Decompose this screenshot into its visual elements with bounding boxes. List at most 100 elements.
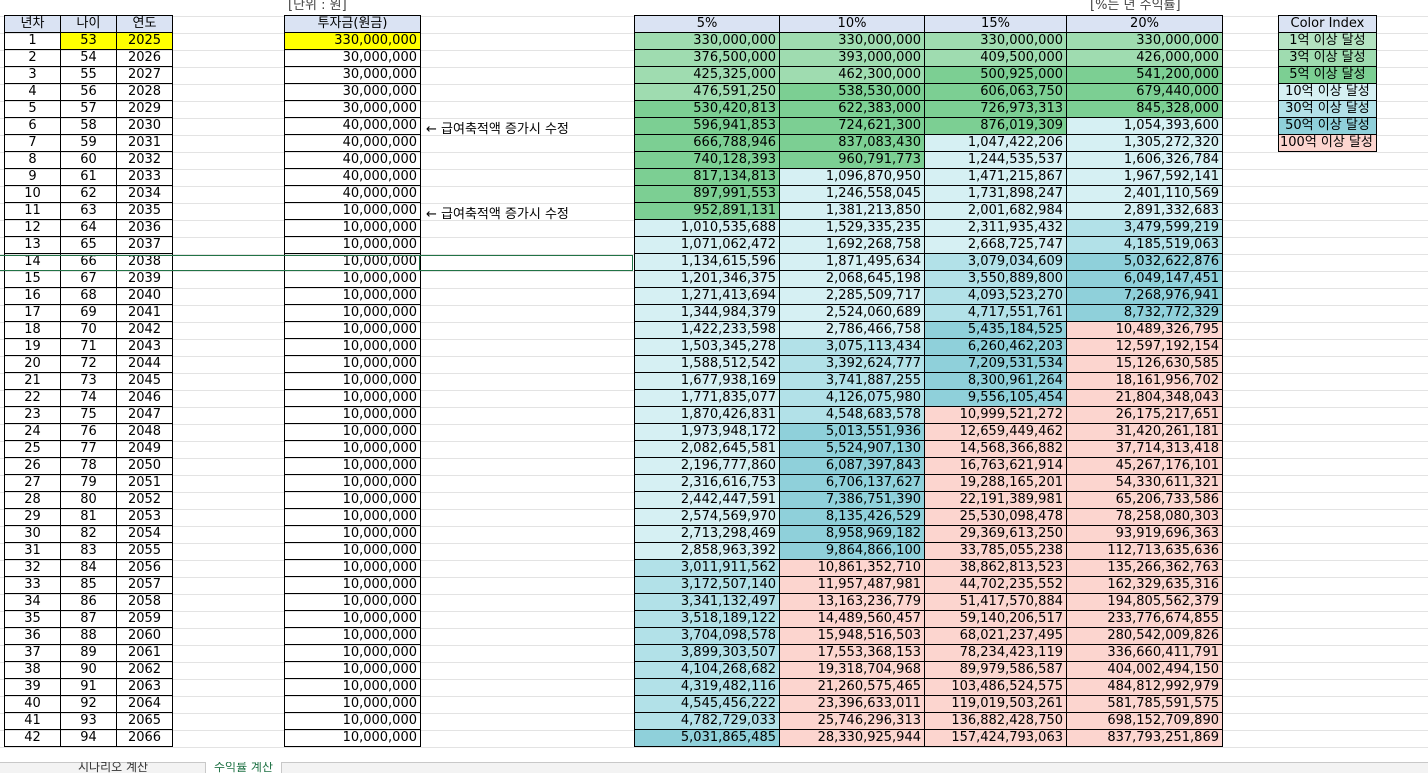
cell-investment[interactable]: 10,000,000 [284, 321, 421, 339]
cell-year[interactable]: 2058 [116, 593, 173, 611]
cell-value-rate-2[interactable]: 2,311,935,432 [924, 219, 1067, 237]
cell-age[interactable]: 63 [60, 202, 117, 220]
cell-year-no[interactable]: 39 [4, 678, 61, 696]
cell-investment[interactable]: 30,000,000 [284, 49, 421, 67]
header-rate-0[interactable]: 5% [634, 15, 780, 33]
cell-investment[interactable]: 10,000,000 [284, 423, 421, 441]
cell-value-rate-0[interactable]: 817,134,813 [634, 168, 780, 186]
cell-value-rate-2[interactable]: 876,019,309 [924, 117, 1067, 135]
color-index-title[interactable]: Color Index [1278, 15, 1377, 33]
cell-value-rate-2[interactable]: 1,244,535,537 [924, 151, 1067, 169]
cell-year-no[interactable]: 21 [4, 372, 61, 390]
cell-year-no[interactable]: 6 [4, 117, 61, 135]
cell-value-rate-2[interactable]: 4,717,551,761 [924, 304, 1067, 322]
cell-investment[interactable]: 40,000,000 [284, 134, 421, 152]
cell-year-no[interactable]: 3 [4, 66, 61, 84]
cell-value-rate-2[interactable]: 51,417,570,884 [924, 593, 1067, 611]
cell-value-rate-1[interactable]: 2,524,060,689 [779, 304, 925, 322]
cell-year-no[interactable]: 5 [4, 100, 61, 118]
cell-year[interactable]: 2056 [116, 559, 173, 577]
cell-value-rate-1[interactable]: 14,489,560,457 [779, 610, 925, 628]
cell-year[interactable]: 2064 [116, 695, 173, 713]
cell-value-rate-1[interactable]: 622,383,000 [779, 100, 925, 118]
cell-age[interactable]: 67 [60, 270, 117, 288]
cell-value-rate-3[interactable]: 1,054,393,600 [1066, 117, 1223, 135]
cell-value-rate-2[interactable]: 103,486,524,575 [924, 678, 1067, 696]
cell-year[interactable]: 2028 [116, 83, 173, 101]
cell-value-rate-1[interactable]: 8,135,426,529 [779, 508, 925, 526]
cell-value-rate-1[interactable]: 17,553,368,153 [779, 644, 925, 662]
cell-age[interactable]: 53 [60, 32, 117, 50]
cell-value-rate-3[interactable]: 679,440,000 [1066, 83, 1223, 101]
cell-year[interactable]: 2034 [116, 185, 173, 203]
cell-year-no[interactable]: 10 [4, 185, 61, 203]
cell-value-rate-3[interactable]: 194,805,562,379 [1066, 593, 1223, 611]
cell-value-rate-1[interactable]: 21,260,575,465 [779, 678, 925, 696]
header-rate-3[interactable]: 20% [1066, 15, 1223, 33]
cell-year[interactable]: 2051 [116, 474, 173, 492]
cell-year[interactable]: 2054 [116, 525, 173, 543]
cell-value-rate-0[interactable]: 4,319,482,116 [634, 678, 780, 696]
cell-value-rate-0[interactable]: 376,500,000 [634, 49, 780, 67]
cell-age[interactable]: 56 [60, 83, 117, 101]
color-index-item[interactable]: 3억 이상 달성 [1278, 49, 1377, 67]
cell-year[interactable]: 2049 [116, 440, 173, 458]
cell-value-rate-3[interactable]: 2,891,332,683 [1066, 202, 1223, 220]
cell-value-rate-3[interactable]: 698,152,709,890 [1066, 712, 1223, 730]
cell-value-rate-1[interactable]: 6,087,397,843 [779, 457, 925, 475]
cell-value-rate-0[interactable]: 530,420,813 [634, 100, 780, 118]
cell-value-rate-0[interactable]: 740,128,393 [634, 151, 780, 169]
cell-value-rate-1[interactable]: 1,871,495,634 [779, 253, 925, 271]
cell-value-rate-3[interactable]: 8,732,772,329 [1066, 304, 1223, 322]
cell-value-rate-3[interactable]: 10,489,326,795 [1066, 321, 1223, 339]
cell-investment[interactable]: 30,000,000 [284, 66, 421, 84]
cell-year-no[interactable]: 4 [4, 83, 61, 101]
cell-year[interactable]: 2044 [116, 355, 173, 373]
cell-year-no[interactable]: 11 [4, 202, 61, 220]
cell-year[interactable]: 2047 [116, 406, 173, 424]
cell-value-rate-1[interactable]: 1,529,335,235 [779, 219, 925, 237]
cell-year-no[interactable]: 9 [4, 168, 61, 186]
cell-year-no[interactable]: 33 [4, 576, 61, 594]
color-index-item[interactable]: 10억 이상 달성 [1278, 83, 1377, 101]
cell-age[interactable]: 92 [60, 695, 117, 713]
cell-value-rate-3[interactable]: 1,967,592,141 [1066, 168, 1223, 186]
cell-value-rate-1[interactable]: 724,621,300 [779, 117, 925, 135]
cell-value-rate-1[interactable]: 5,013,551,936 [779, 423, 925, 441]
cell-year-no[interactable]: 7 [4, 134, 61, 152]
cell-year-no[interactable]: 12 [4, 219, 61, 237]
cell-investment[interactable]: 30,000,000 [284, 83, 421, 101]
cell-age[interactable]: 91 [60, 678, 117, 696]
cell-investment[interactable]: 10,000,000 [284, 406, 421, 424]
cell-year[interactable]: 2027 [116, 66, 173, 84]
cell-investment[interactable]: 10,000,000 [284, 627, 421, 645]
cell-year-no[interactable]: 20 [4, 355, 61, 373]
cell-value-rate-0[interactable]: 1,201,346,375 [634, 270, 780, 288]
cell-value-rate-0[interactable]: 1,870,426,831 [634, 406, 780, 424]
cell-investment[interactable]: 10,000,000 [284, 644, 421, 662]
cell-value-rate-3[interactable]: 162,329,635,316 [1066, 576, 1223, 594]
cell-value-rate-1[interactable]: 23,396,633,011 [779, 695, 925, 713]
cell-year[interactable]: 2066 [116, 729, 173, 747]
cell-value-rate-3[interactable]: 45,267,176,101 [1066, 457, 1223, 475]
cell-value-rate-0[interactable]: 1,010,535,688 [634, 219, 780, 237]
cell-value-rate-3[interactable]: 31,420,261,181 [1066, 423, 1223, 441]
cell-age[interactable]: 64 [60, 219, 117, 237]
cell-value-rate-2[interactable]: 2,668,725,747 [924, 236, 1067, 254]
cell-value-rate-3[interactable]: 4,185,519,063 [1066, 236, 1223, 254]
cell-value-rate-0[interactable]: 3,172,507,140 [634, 576, 780, 594]
cell-investment[interactable]: 40,000,000 [284, 168, 421, 186]
cell-year[interactable]: 2053 [116, 508, 173, 526]
cell-value-rate-0[interactable]: 666,788,946 [634, 134, 780, 152]
cell-year-no[interactable]: 35 [4, 610, 61, 628]
cell-investment[interactable]: 40,000,000 [284, 151, 421, 169]
cell-value-rate-2[interactable]: 7,209,531,534 [924, 355, 1067, 373]
cell-value-rate-1[interactable]: 538,530,000 [779, 83, 925, 101]
cell-year[interactable]: 2025 [116, 32, 173, 50]
cell-year-no[interactable]: 17 [4, 304, 61, 322]
cell-age[interactable]: 85 [60, 576, 117, 594]
cell-value-rate-2[interactable]: 4,093,523,270 [924, 287, 1067, 305]
cell-age[interactable]: 60 [60, 151, 117, 169]
cell-value-rate-2[interactable]: 500,925,000 [924, 66, 1067, 84]
cell-value-rate-1[interactable]: 960,791,773 [779, 151, 925, 169]
